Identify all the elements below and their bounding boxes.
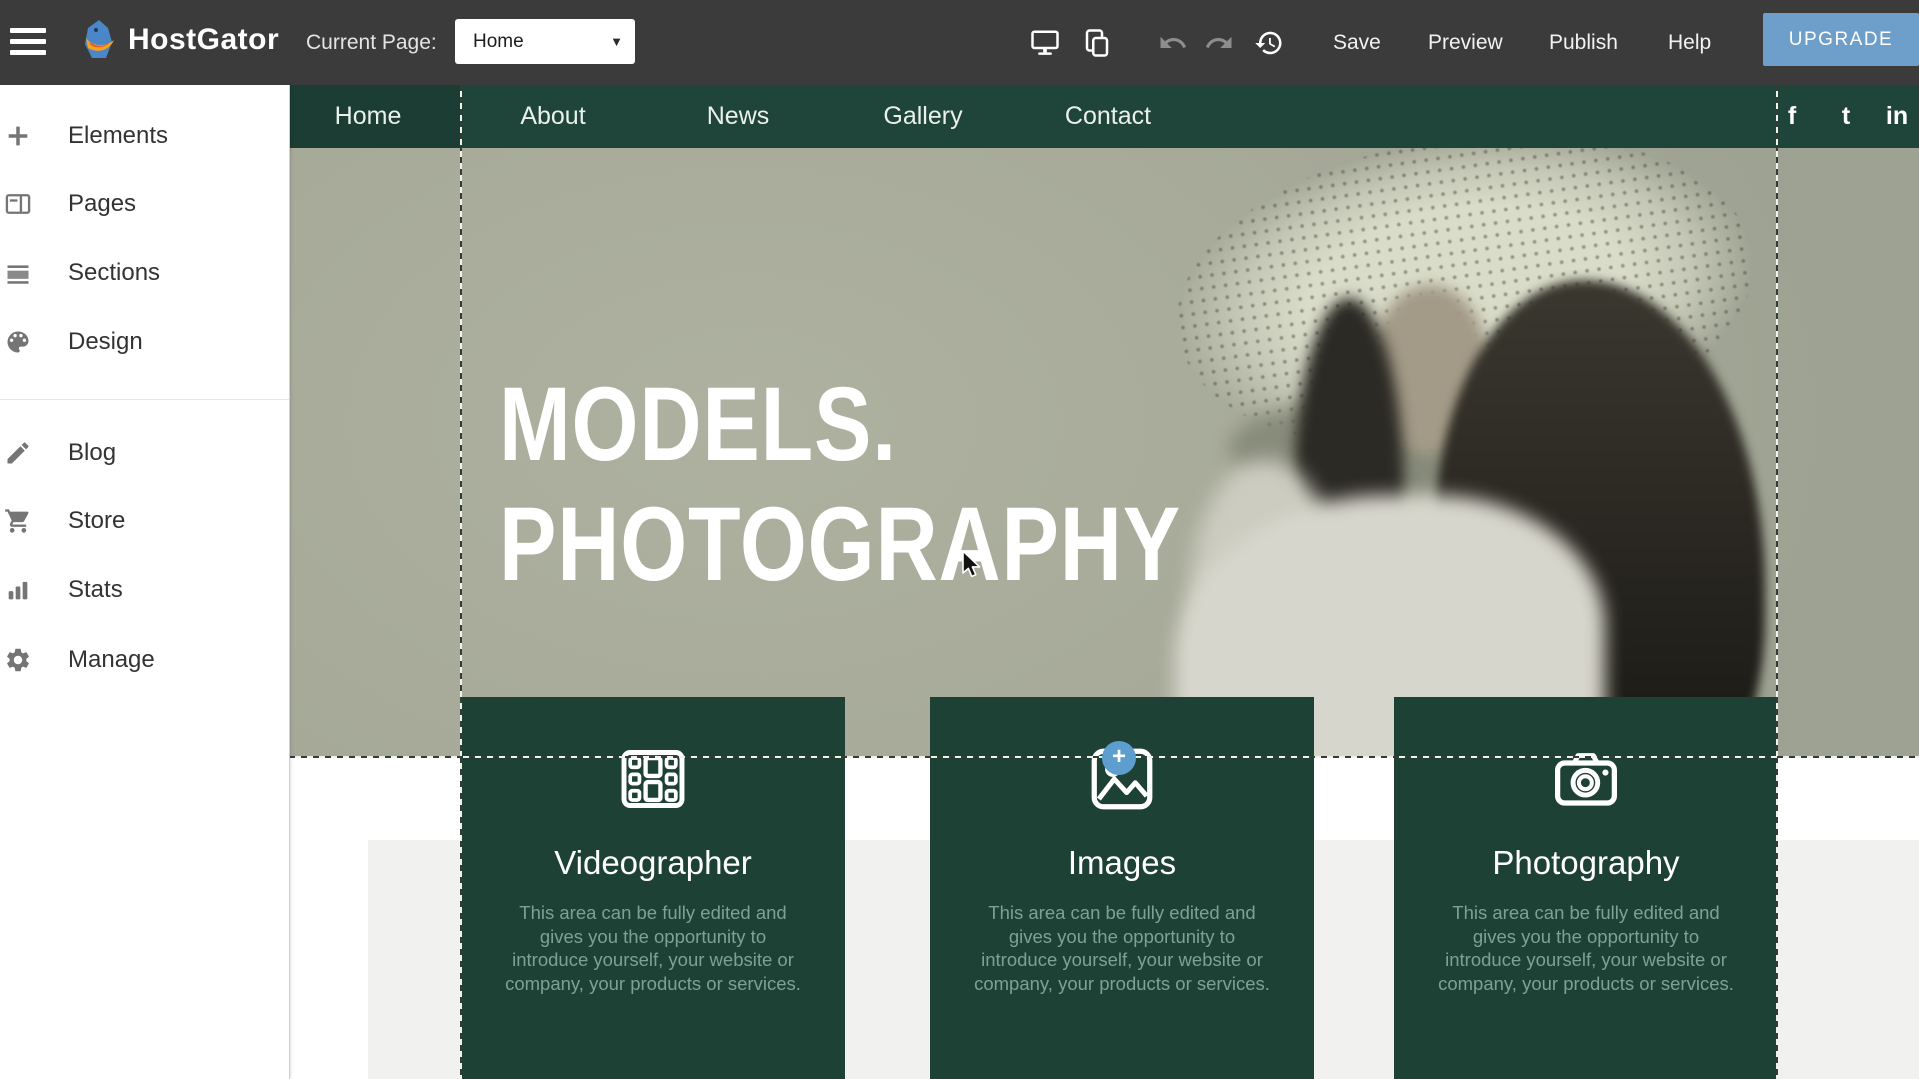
film-strip-icon (616, 742, 690, 816)
palette-icon (4, 328, 32, 356)
sidebar-divider (0, 399, 289, 400)
undo-icon[interactable] (1158, 28, 1188, 58)
site-nav-about[interactable]: About (520, 85, 585, 148)
sidebar-item-pages[interactable]: Pages (0, 181, 289, 227)
add-image-badge[interactable]: + (1102, 741, 1136, 775)
card-title: Videographer (461, 844, 845, 882)
save-button[interactable]: Save (1333, 31, 1381, 55)
card-body: This area can be fully edited and gives … (461, 901, 845, 995)
history-icon[interactable] (1254, 28, 1284, 58)
card-title: Photography (1394, 844, 1778, 882)
sidebar-item-blog[interactable]: Blog (0, 430, 289, 476)
editor-sidebar: Elements Pages Sections Design (0, 85, 290, 1079)
site-navbar: Home About News Gallery Contact f t in (289, 85, 1919, 148)
sections-icon (4, 259, 32, 287)
redo-icon[interactable] (1204, 28, 1234, 58)
cart-icon (4, 507, 32, 535)
sidebar-item-manage[interactable]: Manage (0, 637, 289, 683)
site-nav-contact[interactable]: Contact (1065, 85, 1151, 148)
page-dropdown[interactable]: Home ▼ (455, 19, 635, 64)
sidebar-item-elements[interactable]: Elements (0, 113, 289, 159)
hero-title-line1: MODELS. (499, 372, 897, 477)
twitter-icon[interactable]: t (1842, 85, 1850, 148)
camera-icon (1549, 742, 1623, 816)
pages-icon (4, 190, 32, 218)
sidebar-item-sections[interactable]: Sections (0, 250, 289, 296)
hero-section[interactable]: MODELS. PHOTOGRAPHY (289, 148, 1919, 757)
current-page-label: Current Page: (306, 31, 437, 55)
card-title: Images (930, 844, 1314, 882)
site-nav-news[interactable]: News (707, 85, 770, 148)
content-width-guide-right (1776, 85, 1778, 1079)
page-dropdown-value: Home (473, 31, 610, 53)
gear-icon (4, 646, 32, 674)
desktop-view-icon[interactable] (1030, 28, 1060, 58)
mobile-view-icon[interactable] (1082, 28, 1112, 58)
hostgator-logo[interactable]: HostGator (78, 18, 279, 62)
linkedin-icon[interactable]: in (1886, 85, 1908, 148)
hamburger-menu-icon[interactable] (10, 26, 48, 58)
gator-icon (78, 18, 120, 62)
hero-title-line2: PHOTOGRAPHY (499, 492, 1181, 597)
pencil-icon (4, 439, 32, 467)
chevron-down-icon: ▼ (610, 34, 623, 49)
top-toolbar: HostGator Current Page: Home ▼ Save Prev… (0, 0, 1919, 85)
sidebar-item-design[interactable]: Design (0, 319, 289, 365)
help-button[interactable]: Help (1668, 31, 1711, 55)
sidebar-item-stats[interactable]: Stats (0, 567, 289, 613)
site-nav-gallery[interactable]: Gallery (883, 85, 962, 148)
feature-card-photography[interactable]: Photography This area can be fully edite… (1394, 697, 1778, 1079)
preview-button[interactable]: Preview (1428, 31, 1503, 55)
bar-chart-icon (4, 576, 32, 604)
site-canvas: Home About News Gallery Contact f t in M… (289, 85, 1919, 1079)
feature-card-videographer[interactable]: Videographer This area can be fully edit… (461, 697, 845, 1079)
facebook-icon[interactable]: f (1788, 85, 1796, 148)
content-width-guide-left (460, 85, 462, 1079)
sidebar-item-store[interactable]: Store (0, 498, 289, 544)
hostgator-site-builder: HostGator Current Page: Home ▼ Save Prev… (0, 0, 1919, 1079)
card-body: This area can be fully edited and gives … (930, 901, 1314, 995)
site-nav-home[interactable]: Home (335, 85, 402, 148)
publish-button[interactable]: Publish (1549, 31, 1618, 55)
upgrade-button[interactable]: UPGRADE (1763, 13, 1919, 66)
brand-name: HostGator (128, 23, 279, 57)
plus-icon (4, 122, 32, 150)
card-body: This area can be fully edited and gives … (1394, 901, 1778, 995)
